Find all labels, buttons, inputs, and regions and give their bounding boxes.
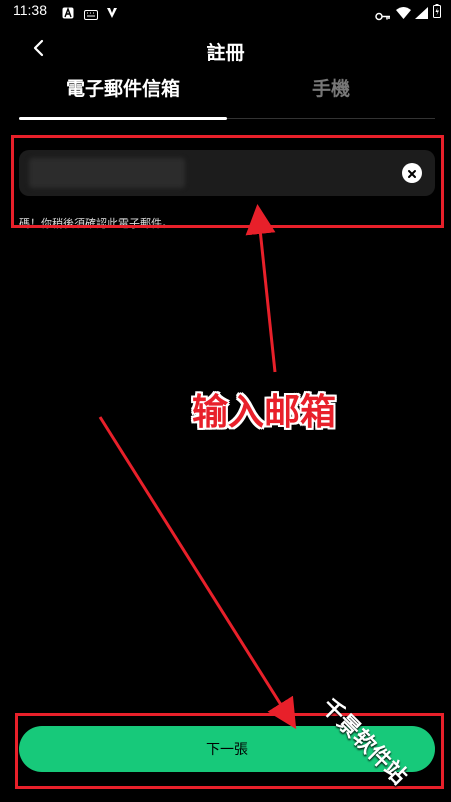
battery-icon [433, 3, 441, 22]
tab-bar: 電子郵件信箱 手機 [19, 74, 435, 122]
status-time: 11:38 [13, 2, 47, 18]
active-tab-indicator [19, 117, 227, 120]
keyboard-icon [84, 5, 98, 24]
annotation-box-input [11, 135, 444, 228]
annotation-label: 输入邮箱 [192, 392, 337, 433]
arrow-to-input [245, 204, 277, 373]
arrow-to-next-button [98, 416, 297, 730]
page-title: 註冊 [206, 42, 245, 64]
signal-icon [415, 4, 428, 23]
tab-divider [227, 118, 435, 119]
status-bar: 11:38 [0, 0, 451, 22]
wifi-icon [396, 4, 411, 23]
v-notification-icon [106, 4, 118, 23]
key-icon [375, 6, 391, 25]
header: 註冊 [0, 30, 451, 70]
a-notification-icon [62, 4, 74, 23]
tab-email[interactable]: 電子郵件信箱 [19, 74, 227, 114]
tab-phone[interactable]: 手機 [227, 74, 435, 114]
